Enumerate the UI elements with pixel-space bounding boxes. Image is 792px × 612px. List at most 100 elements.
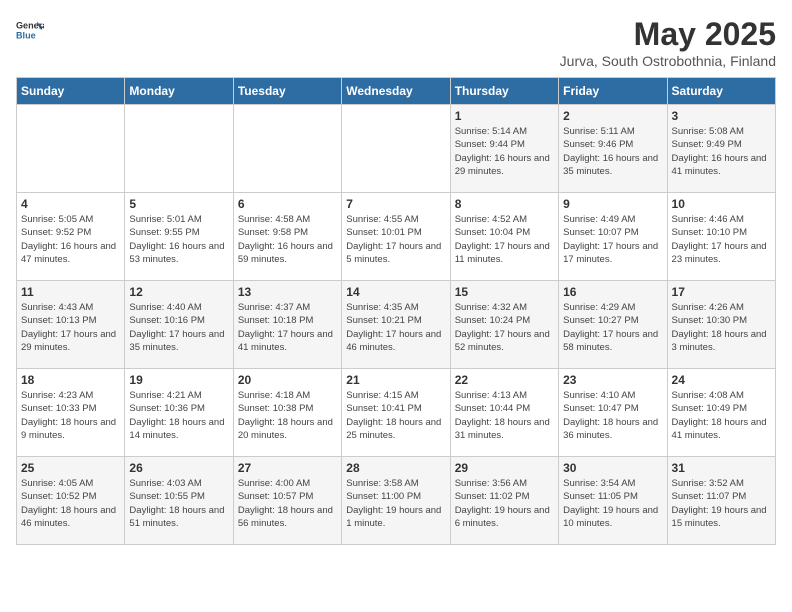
location-title: Jurva, South Ostrobothnia, Finland: [560, 53, 776, 69]
day-number: 31: [672, 461, 771, 475]
calendar-cell: 31 Sunrise: 3:52 AMSunset: 11:07 PMDaylig…: [667, 457, 775, 545]
month-title: May 2025: [560, 16, 776, 53]
day-info: Sunrise: 4:49 AMSunset: 10:07 PMDaylight…: [563, 213, 662, 266]
calendar-cell: [17, 105, 125, 193]
calendar-cell: 6 Sunrise: 4:58 AMSunset: 9:58 PMDaylight…: [233, 193, 341, 281]
day-info: Sunrise: 4:58 AMSunset: 9:58 PMDaylight:…: [238, 213, 337, 266]
calendar-cell: 24 Sunrise: 4:08 AMSunset: 10:49 PMDaylig…: [667, 369, 775, 457]
calendar-cell: 9Sunrise: 4:49 AMSunset: 10:07 PMDayligh…: [559, 193, 667, 281]
calendar-week-row: 11 Sunrise: 4:43 AMSunset: 10:13 PMDaylig…: [17, 281, 776, 369]
day-number: 30: [563, 461, 662, 475]
day-number: 21: [346, 373, 445, 387]
day-number: 29: [455, 461, 554, 475]
calendar-cell: 26 Sunrise: 4:03 AMSunset: 10:55 PMDaylig…: [125, 457, 233, 545]
calendar-cell: 10 Sunrise: 4:46 AMSunset: 10:10 PMDaylig…: [667, 193, 775, 281]
day-number: 5: [129, 197, 228, 211]
day-info: Sunrise: 3:58 AMSunset: 11:00 PMDaylight…: [346, 477, 445, 530]
day-info: Sunrise: 4:46 AMSunset: 10:10 PMDaylight…: [672, 213, 771, 266]
calendar-cell: 16Sunrise: 4:29 AMSunset: 10:27 PMDaylig…: [559, 281, 667, 369]
calendar-week-row: 25 Sunrise: 4:05 AMSunset: 10:52 PMDaylig…: [17, 457, 776, 545]
calendar-cell: 11 Sunrise: 4:43 AMSunset: 10:13 PMDaylig…: [17, 281, 125, 369]
weekday-header-saturday: Saturday: [667, 78, 775, 105]
day-info: Sunrise: 4:23 AMSunset: 10:33 PMDaylight…: [21, 389, 120, 442]
day-info: Sunrise: 4:13 AMSunset: 10:44 PMDaylight…: [455, 389, 554, 442]
calendar-cell: 8 Sunrise: 4:52 AMSunset: 10:04 PMDayligh…: [450, 193, 558, 281]
day-number: 25: [21, 461, 120, 475]
calendar-cell: 19 Sunrise: 4:21 AMSunset: 10:36 PMDaylig…: [125, 369, 233, 457]
day-info: Sunrise: 5:14 AMSunset: 9:44 PMDaylight:…: [455, 125, 554, 178]
day-number: 3: [672, 109, 771, 123]
day-info: Sunrise: 4:35 AMSunset: 10:21 PMDaylight…: [346, 301, 445, 354]
day-info: Sunrise: 5:08 AMSunset: 9:49 PMDaylight:…: [672, 125, 771, 178]
weekday-header-tuesday: Tuesday: [233, 78, 341, 105]
day-info: Sunrise: 3:52 AMSunset: 11:07 PMDaylight…: [672, 477, 771, 530]
calendar-cell: 21 Sunrise: 4:15 AMSunset: 10:41 PMDaylig…: [342, 369, 450, 457]
day-number: 8: [455, 197, 554, 211]
calendar-cell: 2Sunrise: 5:11 AMSunset: 9:46 PMDaylight…: [559, 105, 667, 193]
day-info: Sunrise: 3:56 AMSunset: 11:02 PMDaylight…: [455, 477, 554, 530]
day-info: Sunrise: 3:54 AMSunset: 11:05 PMDaylight…: [563, 477, 662, 530]
weekday-header-wednesday: Wednesday: [342, 78, 450, 105]
calendar-cell: 29 Sunrise: 3:56 AMSunset: 11:02 PMDaylig…: [450, 457, 558, 545]
day-info: Sunrise: 4:08 AMSunset: 10:49 PMDaylight…: [672, 389, 771, 442]
day-info: Sunrise: 4:00 AMSunset: 10:57 PMDaylight…: [238, 477, 337, 530]
calendar-cell: 13 Sunrise: 4:37 AMSunset: 10:18 PMDaylig…: [233, 281, 341, 369]
calendar-cell: [125, 105, 233, 193]
day-info: Sunrise: 4:18 AMSunset: 10:38 PMDaylight…: [238, 389, 337, 442]
calendar-cell: 3 Sunrise: 5:08 AMSunset: 9:49 PMDaylight…: [667, 105, 775, 193]
day-info: Sunrise: 4:21 AMSunset: 10:36 PMDaylight…: [129, 389, 228, 442]
day-info: Sunrise: 4:32 AMSunset: 10:24 PMDaylight…: [455, 301, 554, 354]
day-number: 6: [238, 197, 337, 211]
calendar-cell: 28 Sunrise: 3:58 AMSunset: 11:00 PMDaylig…: [342, 457, 450, 545]
calendar-cell: 17 Sunrise: 4:26 AMSunset: 10:30 PMDaylig…: [667, 281, 775, 369]
calendar-cell: 23 Sunrise: 4:10 AMSunset: 10:47 PMDaylig…: [559, 369, 667, 457]
day-info: Sunrise: 4:52 AMSunset: 10:04 PMDaylight…: [455, 213, 554, 266]
day-number: 17: [672, 285, 771, 299]
calendar-week-row: 1 Sunrise: 5:14 AMSunset: 9:44 PMDaylight…: [17, 105, 776, 193]
calendar-cell: 5 Sunrise: 5:01 AMSunset: 9:55 PMDaylight…: [125, 193, 233, 281]
day-info: Sunrise: 4:03 AMSunset: 10:55 PMDaylight…: [129, 477, 228, 530]
day-info: Sunrise: 5:01 AMSunset: 9:55 PMDaylight:…: [129, 213, 228, 266]
weekday-header-friday: Friday: [559, 78, 667, 105]
day-number: 4: [21, 197, 120, 211]
day-number: 10: [672, 197, 771, 211]
day-info: Sunrise: 5:05 AMSunset: 9:52 PMDaylight:…: [21, 213, 120, 266]
day-info: Sunrise: 5:11 AMSunset: 9:46 PMDaylight:…: [563, 125, 662, 178]
day-number: 24: [672, 373, 771, 387]
calendar-cell: 1 Sunrise: 5:14 AMSunset: 9:44 PMDaylight…: [450, 105, 558, 193]
day-info: Sunrise: 4:05 AMSunset: 10:52 PMDaylight…: [21, 477, 120, 530]
page-header: General Blue May 2025 Jurva, South Ostro…: [16, 16, 776, 69]
weekday-header-sunday: Sunday: [17, 78, 125, 105]
day-number: 23: [563, 373, 662, 387]
day-number: 1: [455, 109, 554, 123]
weekday-header-monday: Monday: [125, 78, 233, 105]
title-block: May 2025 Jurva, South Ostrobothnia, Finl…: [560, 16, 776, 69]
day-number: 18: [21, 373, 120, 387]
day-info: Sunrise: 4:10 AMSunset: 10:47 PMDaylight…: [563, 389, 662, 442]
calendar-cell: 25 Sunrise: 4:05 AMSunset: 10:52 PMDaylig…: [17, 457, 125, 545]
day-number: 19: [129, 373, 228, 387]
calendar-week-row: 4 Sunrise: 5:05 AMSunset: 9:52 PMDaylight…: [17, 193, 776, 281]
day-number: 11: [21, 285, 120, 299]
weekday-header-row: SundayMondayTuesdayWednesdayThursdayFrid…: [17, 78, 776, 105]
day-number: 16: [563, 285, 662, 299]
day-info: Sunrise: 4:37 AMSunset: 10:18 PMDaylight…: [238, 301, 337, 354]
calendar-cell: 30 Sunrise: 3:54 AMSunset: 11:05 PMDaylig…: [559, 457, 667, 545]
logo-icon: General Blue: [16, 16, 44, 44]
day-info: Sunrise: 4:15 AMSunset: 10:41 PMDaylight…: [346, 389, 445, 442]
calendar-cell: [233, 105, 341, 193]
day-info: Sunrise: 4:40 AMSunset: 10:16 PMDaylight…: [129, 301, 228, 354]
calendar-cell: 7Sunrise: 4:55 AMSunset: 10:01 PMDayligh…: [342, 193, 450, 281]
calendar-cell: 22Sunrise: 4:13 AMSunset: 10:44 PMDaylig…: [450, 369, 558, 457]
calendar-week-row: 18 Sunrise: 4:23 AMSunset: 10:33 PMDaylig…: [17, 369, 776, 457]
day-number: 13: [238, 285, 337, 299]
calendar-cell: 15 Sunrise: 4:32 AMSunset: 10:24 PMDaylig…: [450, 281, 558, 369]
day-number: 28: [346, 461, 445, 475]
weekday-header-thursday: Thursday: [450, 78, 558, 105]
day-info: Sunrise: 4:43 AMSunset: 10:13 PMDaylight…: [21, 301, 120, 354]
day-info: Sunrise: 4:26 AMSunset: 10:30 PMDaylight…: [672, 301, 771, 354]
day-number: 15: [455, 285, 554, 299]
day-number: 26: [129, 461, 228, 475]
day-number: 27: [238, 461, 337, 475]
day-number: 14: [346, 285, 445, 299]
